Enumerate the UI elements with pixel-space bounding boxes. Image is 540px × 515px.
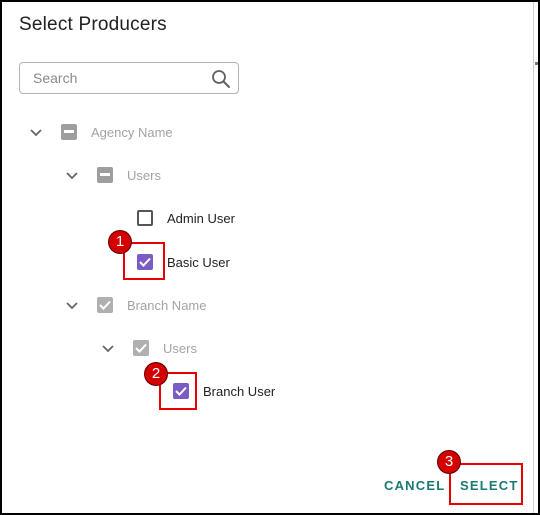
cancel-button[interactable]: CANCEL — [384, 478, 445, 493]
dialog-title: Select Producers — [19, 14, 167, 35]
agency-checkbox[interactable] — [61, 124, 77, 140]
agency-label: Agency Name — [91, 125, 173, 140]
agency-users-checkbox[interactable] — [97, 167, 113, 183]
select-producers-dialog: Select Producers Agency Name Users Admin… — [0, 0, 540, 515]
branch-user-label: Branch User — [203, 384, 276, 399]
step-badge-1: 1 — [109, 231, 131, 253]
search-input[interactable] — [33, 70, 203, 86]
admin-user-checkbox[interactable] — [137, 210, 153, 226]
admin-user-label: Admin User — [167, 211, 235, 226]
branch-users-checkbox[interactable] — [133, 340, 149, 356]
check-icon — [135, 343, 147, 353]
branch-checkbox[interactable] — [97, 297, 113, 313]
highlight-select-button — [449, 463, 523, 505]
check-icon — [99, 300, 111, 310]
basic-user-label: Basic User — [167, 255, 230, 270]
chevron-down-icon[interactable] — [65, 301, 79, 311]
chevron-down-icon[interactable] — [29, 128, 43, 138]
step-badge-3: 3 — [438, 451, 460, 473]
step-badge-2: 2 — [145, 363, 167, 385]
branch-label: Branch Name — [127, 298, 207, 313]
chevron-down-icon[interactable] — [101, 344, 115, 354]
agency-users-label: Users — [127, 168, 161, 183]
edge-mark — [535, 62, 538, 65]
dialog-edge — [533, 2, 534, 513]
chevron-down-icon[interactable] — [65, 171, 79, 181]
branch-users-label: Users — [163, 341, 197, 356]
search-box[interactable] — [19, 62, 239, 94]
search-icon[interactable] — [211, 69, 231, 89]
